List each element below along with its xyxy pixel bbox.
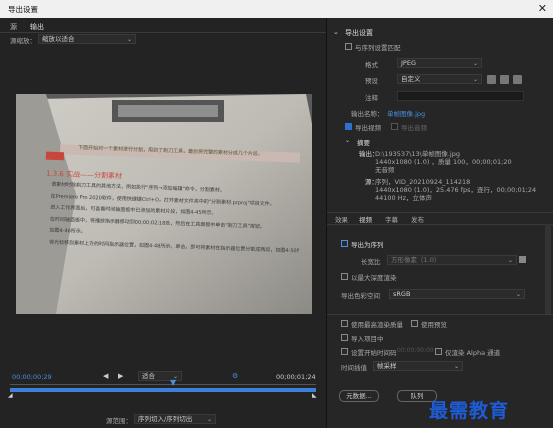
tab-source[interactable]: 源 [10, 22, 17, 32]
export-color-space-dropdown[interactable]: sRGB ⌄ [389, 289, 525, 299]
export-color-space-value: sRGB [393, 290, 411, 298]
preset-dropdown[interactable]: 自定义 ⌄ [397, 74, 482, 84]
tab-effects[interactable]: 效果 [335, 214, 348, 224]
divider [327, 212, 553, 213]
chevron-down-icon: ⌄ [515, 291, 521, 298]
close-icon[interactable]: ✕ [538, 2, 547, 15]
time-interpolation-label: 时间插值 [341, 364, 367, 372]
summary-title: 摘要 [357, 139, 370, 147]
aspect-ratio-checkbox[interactable] [519, 256, 526, 263]
timecode-duration: 00;00;01;24 [276, 373, 316, 381]
render-max-depth-checkbox[interactable] [341, 273, 348, 280]
export-settings-title: 导出设置 [345, 29, 373, 37]
summary-output-details: 1440x1080 (1.0) ，质量 100，00;00;01;20 [375, 158, 512, 166]
render-alpha-label: 仅渲染 Alpha 通道 [445, 349, 501, 357]
chevron-down-icon: ⌄ [472, 60, 478, 67]
source-range-label: 源范围： [106, 417, 132, 425]
chevron-down-icon: ⌄ [507, 257, 513, 264]
output-name-link[interactable]: 单帧图像.jpg [387, 108, 425, 118]
match-sequence-checkbox[interactable] [345, 43, 352, 50]
tab-publish[interactable]: 发布 [411, 214, 424, 224]
aspect-ratio-value: 方形像素（1.0） [391, 256, 441, 264]
in-point-icon[interactable]: ◢ [8, 392, 13, 399]
start-timecode-value[interactable]: 00;00;00;00 [397, 347, 434, 354]
match-sequence-label: 与序列设置匹配 [355, 44, 401, 52]
export-settings-pane: ⌄ 导出设置 与序列设置匹配 格式 JPEG ⌄ 预设 自定义 ⌄ 注释 输出名… [326, 18, 553, 428]
preview-pane: 源 输出 源缩放： 缩放以适合 ⌄ 下面开始对一个素材进行分割，用到了剃刀工具，… [0, 18, 326, 428]
chevron-down-icon: ⌄ [453, 363, 459, 370]
fit-value: 适合 [142, 372, 155, 380]
window-title: 导出设置 [8, 5, 38, 14]
source-scaling-dropdown[interactable]: 缩放以适合 ⌄ [38, 34, 136, 44]
set-start-timecode-label: 设置开始时间码 [351, 349, 397, 357]
summary-source-audio: 44100 Hz，立体声 [375, 194, 433, 202]
time-interpolation-dropdown[interactable]: 帧采样 ⌄ [373, 361, 463, 371]
export-video-checkbox[interactable] [345, 123, 352, 130]
source-range-dropdown[interactable]: 序列切入/序列切出 ⌄ [134, 414, 216, 424]
aspect-ratio-dropdown[interactable]: 方形像素（1.0） ⌄ [387, 255, 517, 265]
export-as-sequence-label: 导出为序列 [351, 241, 384, 249]
chevron-down-icon: ⌄ [206, 416, 212, 423]
preset-label: 预设 [365, 77, 378, 85]
chevron-down-icon: ⌄ [472, 76, 478, 83]
divider [0, 32, 326, 33]
render-alpha-checkbox[interactable] [435, 348, 442, 355]
delete-preset-icon[interactable] [513, 75, 522, 84]
max-render-quality-checkbox[interactable] [341, 320, 348, 327]
video-preview: 下面开始对一个素材进行分割，用到了剃刀工具，最后将完整的素材分成几个片段。 1.… [16, 94, 312, 314]
format-value: JPEG [401, 59, 416, 67]
out-point-icon[interactable]: ◣ [312, 392, 317, 399]
scrollbar[interactable] [545, 224, 551, 314]
work-area-bar[interactable] [10, 388, 316, 392]
comment-input[interactable] [397, 91, 524, 101]
divider [327, 314, 553, 315]
aspect-ratio-label: 长宽比 [361, 258, 381, 266]
summary-output-audio: 无音频 [375, 166, 395, 174]
timecode-current[interactable]: 00;00;00;29 [12, 373, 52, 381]
format-label: 格式 [365, 61, 378, 69]
import-into-project-label: 导入项目中 [351, 335, 384, 343]
summary-collapse-icon[interactable]: ⌄ [345, 137, 350, 144]
save-preset-icon[interactable] [487, 75, 496, 84]
export-color-space-label: 导出色彩空间 [341, 292, 380, 300]
export-audio-label: 导出音频 [401, 124, 427, 132]
use-previews-checkbox[interactable] [411, 320, 418, 327]
comment-label: 注释 [365, 94, 378, 102]
export-as-sequence-checkbox[interactable] [341, 240, 348, 247]
collapse-icon[interactable]: ⌄ [333, 28, 339, 36]
mark-out-icon[interactable]: ▶ [118, 372, 123, 380]
title-bar: 导出设置 ✕ [0, 0, 553, 18]
divider [327, 224, 553, 225]
source-scaling-label: 源缩放： [10, 37, 36, 45]
watermark-logo: 最需教育 [429, 400, 510, 422]
page-body: 请素材时除剃刀工具的其他方法，例如执行"序列→添加编辑"命令，分割素材。 在Pr… [49, 180, 301, 258]
preset-value: 自定义 [401, 75, 421, 83]
time-interpolation-value: 帧采样 [377, 362, 397, 370]
source-scaling-value: 缩放以适合 [42, 35, 75, 43]
export-video-label: 导出视频 [355, 124, 381, 132]
import-preset-icon[interactable] [500, 75, 509, 84]
use-previews-label: 使用预览 [421, 321, 447, 329]
render-max-depth-label: 以最大深度渲染 [351, 274, 397, 282]
import-into-project-checkbox[interactable] [341, 334, 348, 341]
output-name-label: 输出名称： [351, 110, 384, 118]
export-audio-checkbox[interactable] [391, 123, 398, 130]
set-start-timecode-checkbox[interactable] [341, 348, 348, 355]
mark-in-icon[interactable]: ◀ [103, 372, 108, 380]
timeline-track[interactable] [10, 384, 316, 385]
chevron-down-icon: ⌄ [126, 36, 132, 43]
max-render-quality-label: 使用最高渲染质量 [351, 321, 403, 329]
format-dropdown[interactable]: JPEG ⌄ [397, 58, 482, 68]
source-range-value: 序列切入/序列切出 [138, 415, 193, 423]
playhead-icon[interactable]: ▼ [170, 378, 176, 387]
tab-captions[interactable]: 字幕 [385, 214, 398, 224]
metadata-button[interactable]: 元数据... [339, 390, 379, 402]
wrench-icon[interactable]: ⚙ [232, 372, 238, 380]
